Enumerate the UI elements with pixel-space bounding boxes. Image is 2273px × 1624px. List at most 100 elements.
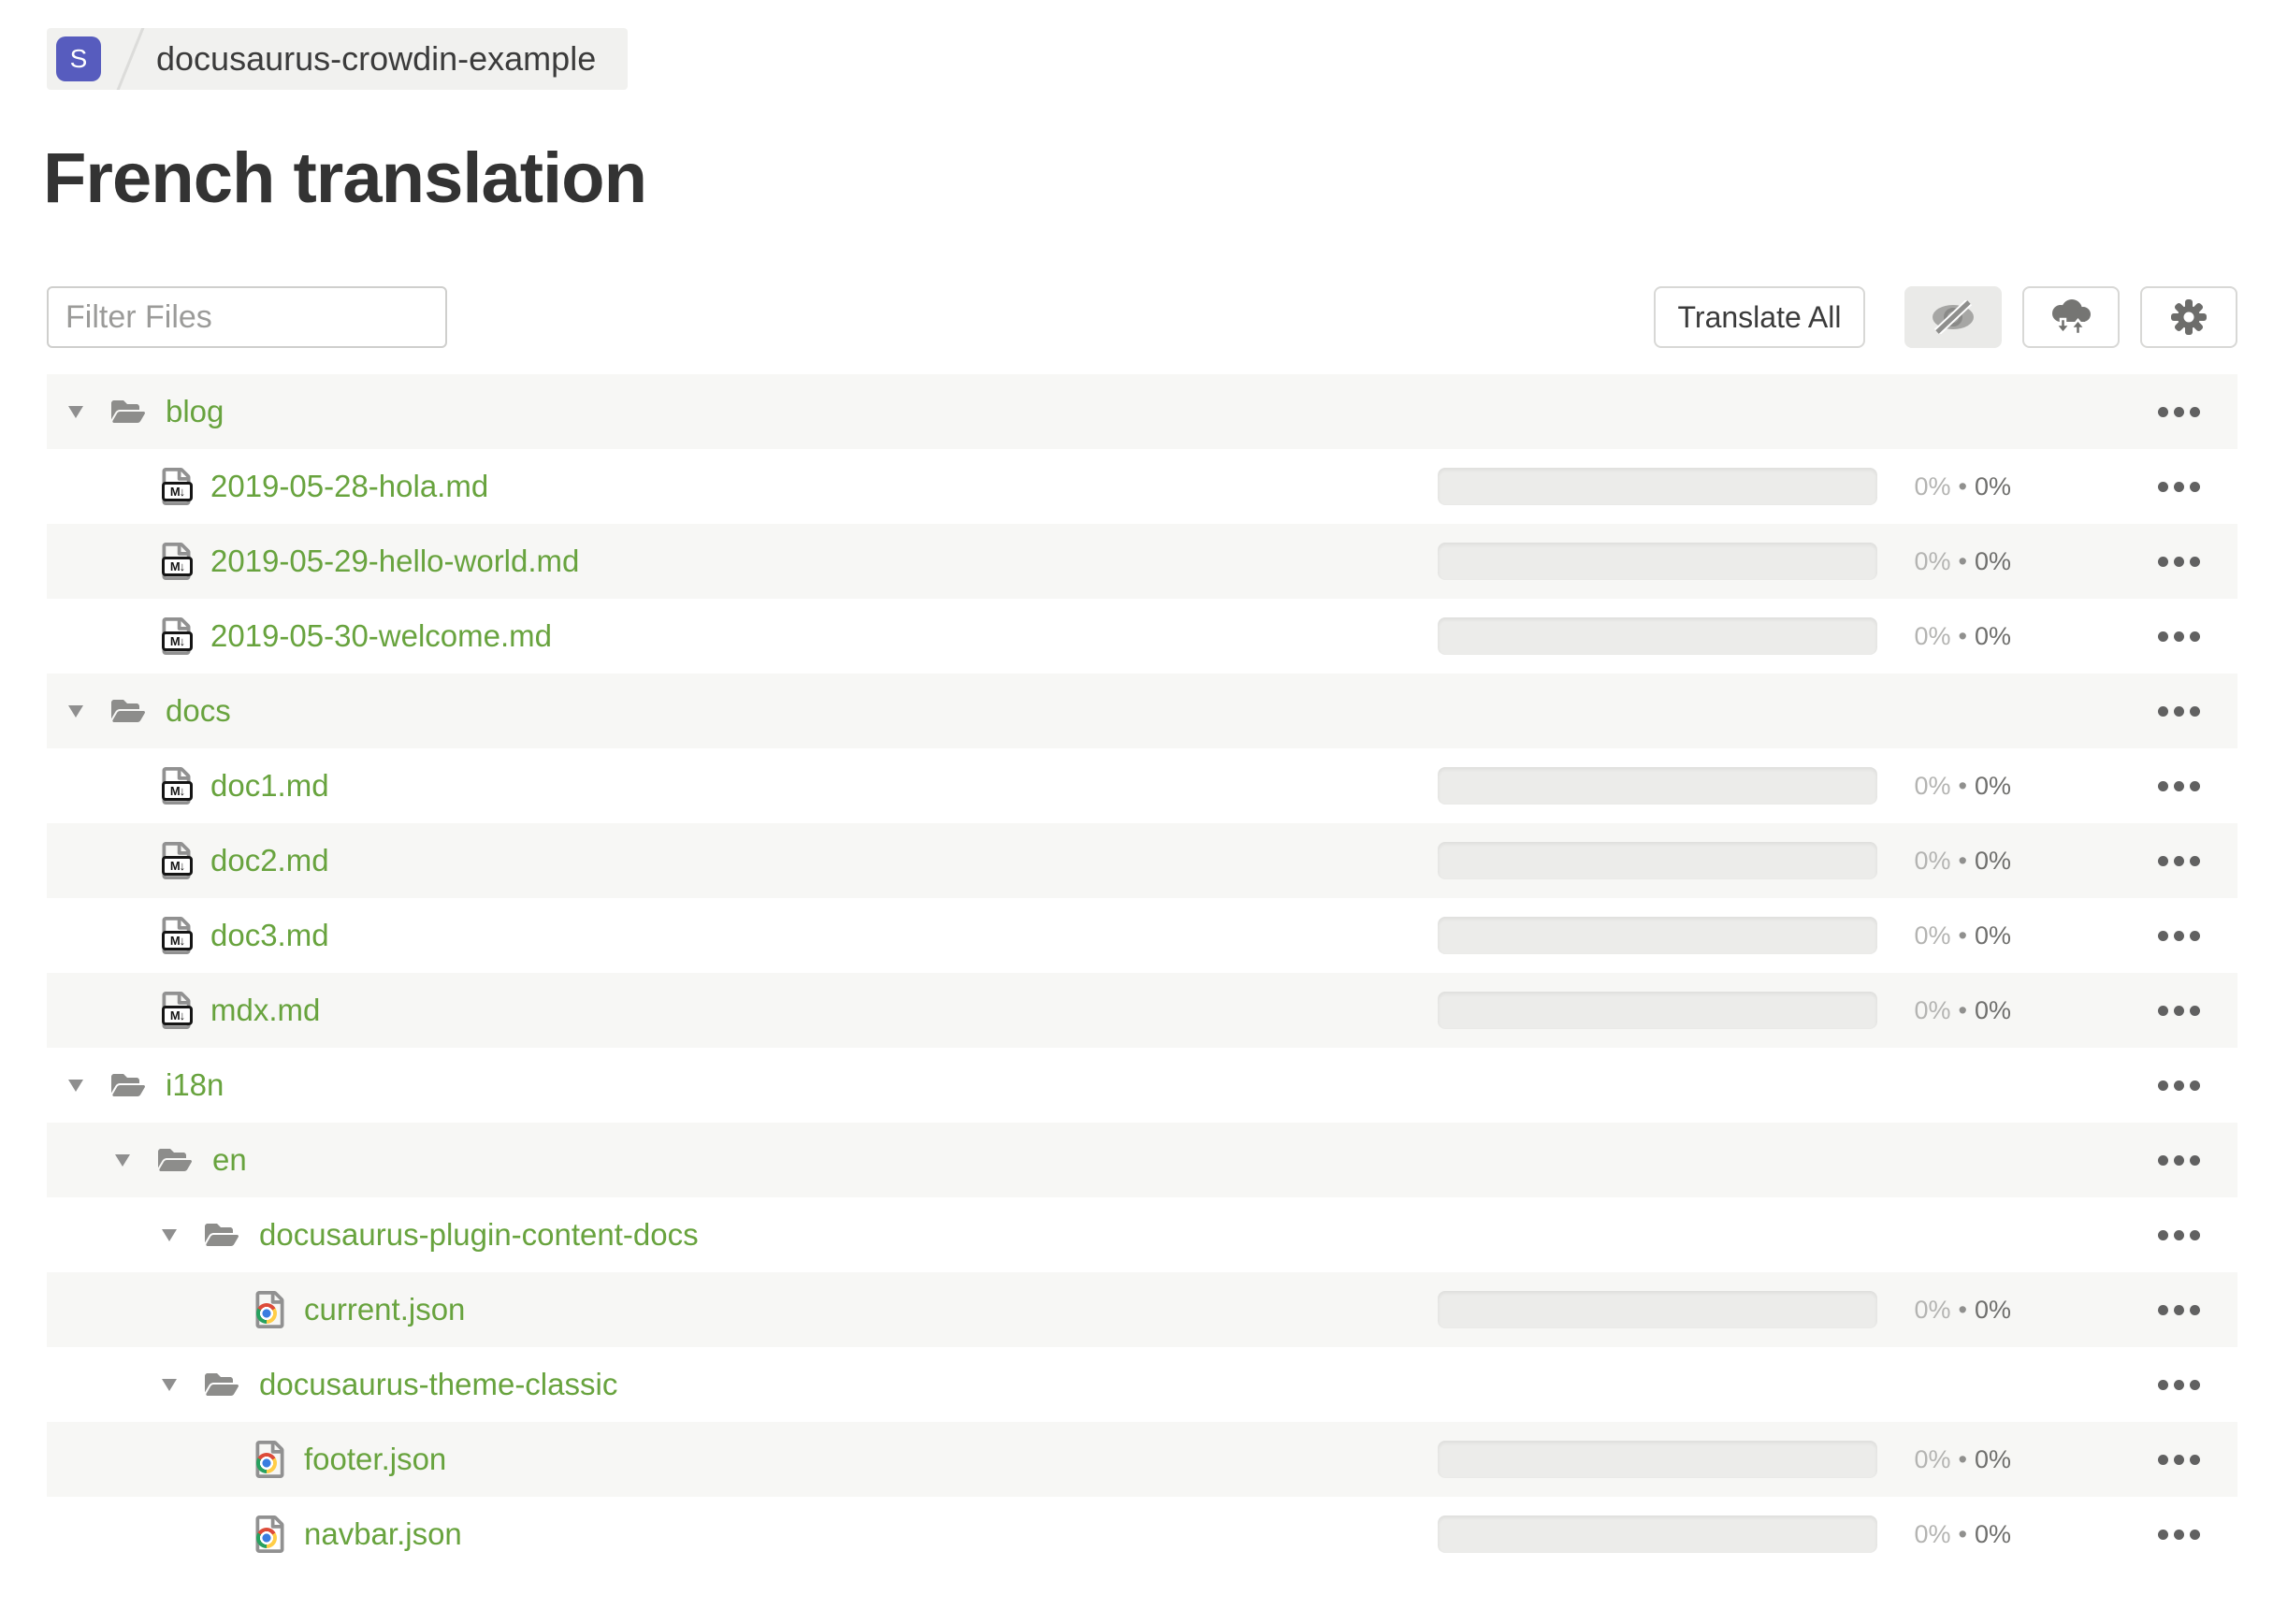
hide-completed-button[interactable] [1904,286,2002,348]
file-name-link[interactable]: current.json [304,1292,465,1327]
markdown-file-icon: M↓ [161,617,193,655]
file-row: M↓ 2019-05-28-hola.md 0% • 0% [47,449,2237,524]
progress-bar [1438,1441,1877,1478]
file-name-link[interactable]: doc3.md [210,918,329,953]
folder-row: i18n [47,1048,2237,1123]
progress-bar [1438,617,1877,655]
collapse-triangle-icon[interactable] [68,405,83,418]
progress-percentages: 0% • 0% [1914,995,2011,1024]
row-menu-button[interactable] [2011,1154,2200,1166]
file-row: M↓ doc1.md 0% • 0% [47,748,2237,823]
progress-bar [1438,543,1877,580]
folder-row: en [47,1123,2237,1197]
settings-gear-icon [2170,298,2208,336]
markdown-file-icon: M↓ [161,767,193,805]
settings-button[interactable] [2140,286,2237,348]
folder-name-link[interactable]: docs [166,693,231,729]
file-name-link[interactable]: mdx.md [210,993,320,1028]
row-menu-button[interactable] [2011,406,2200,417]
row-menu-button[interactable] [2011,1454,2200,1465]
row-menu-button[interactable] [2011,556,2200,567]
progress-bar [1438,992,1877,1029]
row-menu-button[interactable] [2011,1229,2200,1240]
folder-icon [109,1070,147,1100]
file-row: footer.json 0% • 0% [47,1422,2237,1497]
sync-files-button[interactable] [2022,286,2120,348]
breadcrumb-divider [109,28,152,90]
markdown-file-icon: M↓ [161,992,193,1029]
row-menu-button[interactable] [2011,855,2200,866]
row-menu-button[interactable] [2011,1304,2200,1315]
file-row: navbar.json 0% • 0% [47,1497,2237,1572]
file-row: M↓ doc3.md 0% • 0% [47,898,2237,973]
progress-bar [1438,1515,1877,1553]
file-name-link[interactable]: footer.json [304,1442,446,1477]
progress-percentages: 0% • 0% [1914,846,2011,875]
progress-percentages: 0% • 0% [1914,1444,2011,1473]
json-file-icon [254,1291,285,1328]
breadcrumb: S docusaurus-crowdin-example [47,28,629,90]
progress-bar [1438,1291,1877,1328]
file-name-link[interactable]: 2019-05-29-hello-world.md [210,544,579,579]
folder-row: blog [47,374,2237,449]
file-row: M↓ 2019-05-29-hello-world.md 0% • 0% [47,524,2237,599]
progress-percentages: 0% • 0% [1914,621,2011,650]
folder-icon [203,1370,240,1399]
file-name-link[interactable]: doc2.md [210,843,329,878]
breadcrumb-project-link[interactable]: docusaurus-crowdin-example [156,39,596,79]
translate-all-button[interactable]: Translate All [1654,286,1865,348]
page-title: French translation [43,138,647,218]
file-row: M↓ 2019-05-30-welcome.md 0% • 0% [47,599,2237,674]
folder-icon [156,1145,194,1175]
folder-name-link[interactable]: i18n [166,1067,224,1103]
file-name-link[interactable]: 2019-05-28-hola.md [210,469,488,504]
progress-percentages: 0% • 0% [1914,921,2011,950]
progress-bar [1438,842,1877,879]
file-name-link[interactable]: 2019-05-30-welcome.md [210,618,552,654]
progress-bar [1438,917,1877,954]
folder-name-link[interactable]: en [212,1142,247,1178]
markdown-file-icon: M↓ [161,468,193,505]
file-row: M↓ mdx.md 0% • 0% [47,973,2237,1048]
progress-percentages: 0% • 0% [1914,1295,2011,1324]
folder-name-link[interactable]: docusaurus-plugin-content-docs [259,1217,699,1253]
row-menu-button[interactable] [2011,631,2200,642]
eye-slash-icon [1931,300,1976,334]
progress-percentages: 0% • 0% [1914,771,2011,800]
markdown-file-icon: M↓ [161,917,193,954]
collapse-triangle-icon[interactable] [68,1079,83,1092]
markdown-file-icon: M↓ [161,842,193,879]
page-content: S docusaurus-crowdin-example French tran… [43,0,2237,1572]
file-name-link[interactable]: navbar.json [304,1516,462,1552]
file-tree: blog M↓ 2019-05-28-hola.md 0% • 0% M↓ 2019… [47,374,2237,1572]
row-menu-button[interactable] [2011,1080,2200,1091]
row-menu-button[interactable] [2011,1005,2200,1016]
row-menu-button[interactable] [2011,1529,2200,1540]
row-menu-button[interactable] [2011,930,2200,941]
json-file-icon [254,1441,285,1478]
file-name-link[interactable]: doc1.md [210,768,329,804]
row-menu-button[interactable] [2011,1379,2200,1390]
folder-row: docusaurus-theme-classic [47,1347,2237,1422]
row-menu-button[interactable] [2011,481,2200,492]
json-file-icon [254,1515,285,1553]
file-row: current.json 0% • 0% [47,1272,2237,1347]
row-menu-button[interactable] [2011,705,2200,717]
folder-name-link[interactable]: blog [166,394,224,429]
filter-files-input[interactable] [47,286,447,348]
folder-name-link[interactable]: docusaurus-theme-classic [259,1367,617,1402]
cloud-sync-icon [2049,299,2092,335]
collapse-triangle-icon[interactable] [162,1228,177,1241]
progress-bar [1438,767,1877,805]
collapse-triangle-icon[interactable] [68,704,83,718]
progress-percentages: 0% • 0% [1914,471,2011,500]
folder-icon [203,1220,240,1250]
row-menu-button[interactable] [2011,780,2200,791]
progress-percentages: 0% • 0% [1914,1519,2011,1548]
project-avatar[interactable]: S [56,36,101,81]
file-row: M↓ doc2.md 0% • 0% [47,823,2237,898]
collapse-triangle-icon[interactable] [115,1153,130,1167]
folder-icon [109,397,147,427]
collapse-triangle-icon[interactable] [162,1378,177,1391]
